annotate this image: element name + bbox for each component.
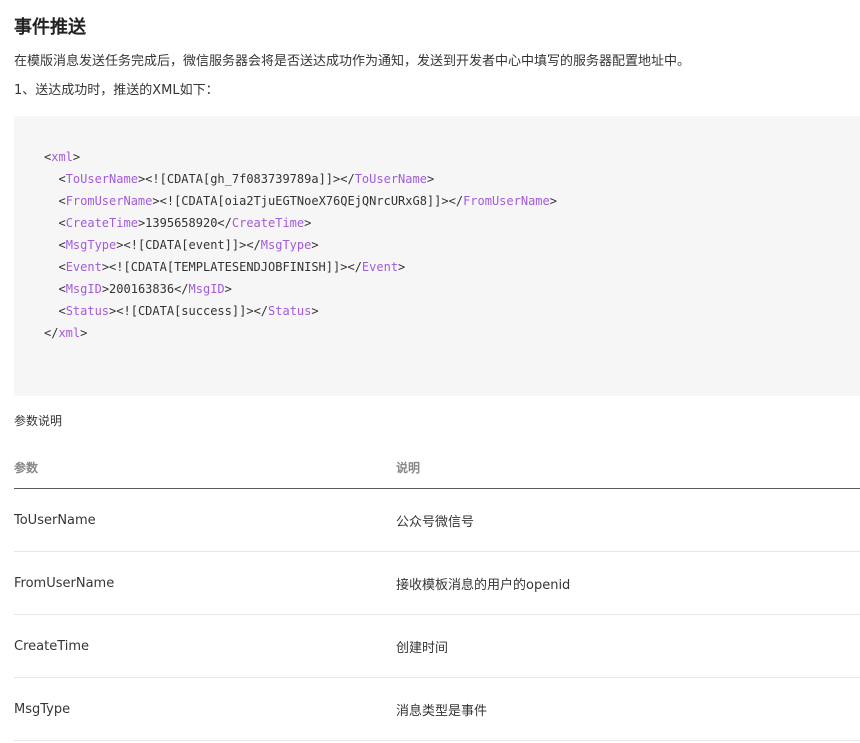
xml-content: 1395658920	[145, 216, 218, 230]
xml-tag-name: Status	[65, 304, 110, 318]
table-row: ToUserName 公众号微信号	[14, 488, 860, 552]
code-line: <ToUserName><![CDATA[gh_7f083739789a]]><…	[58, 172, 435, 186]
xml-tag-name: MsgType	[65, 238, 117, 252]
cell-desc: 接收模板消息的用户的openid	[396, 551, 860, 615]
xml-tag-name: ToUserName	[354, 172, 427, 186]
header-desc: 说明	[396, 446, 860, 489]
header-param: 参数	[14, 446, 396, 489]
xml-tag-name: xml	[51, 150, 73, 164]
xml-tag-name: xml	[58, 326, 81, 340]
cell-param: ToUserName	[14, 488, 396, 552]
document: 事件推送 在模版消息发送任务完成后，微信服务器会将是否送达成功作为通知，发送到开…	[0, 0, 860, 743]
code-line: <Event><![CDATA[TEMPLATESENDJOBFINISH]]>…	[58, 260, 406, 274]
cell-desc: 消息类型是事件	[396, 677, 860, 741]
section-title: 事件推送	[14, 17, 86, 38]
xml-tag-name: Event	[65, 260, 102, 274]
xml-content: <![CDATA[event]]>	[123, 238, 247, 252]
cell-desc: 创建时间	[396, 614, 860, 678]
code-line: <xml>	[44, 150, 81, 164]
xml-content: <![CDATA[oia2TjuEGTNoeX76QEjQNrcURxG8]]>	[159, 194, 449, 208]
xml-tag-name: CreateTime	[231, 216, 305, 230]
intro-paragraph: 在模版消息发送任务完成后，微信服务器会将是否送达成功作为通知，发送到开发者中心中…	[14, 54, 691, 69]
xml-tag-name: Status	[268, 304, 312, 318]
subheading: 1、送达成功时，推送的XML如下：	[14, 83, 219, 98]
table-row: CreateTime 创建时间	[14, 614, 860, 678]
xml-tag-name: FromUserName	[65, 194, 153, 208]
xml-content: <![CDATA[TEMPLATESENDJOBFINISH]]>	[109, 260, 348, 274]
cell-param: MsgType	[14, 677, 396, 741]
xml-tag-name: FromUserName	[463, 194, 550, 208]
code-line: <MsgID>200163836</MsgID>	[58, 282, 232, 296]
xml-content: <![CDATA[success]]>	[116, 304, 254, 318]
table-row: FromUserName 接收模板消息的用户的openid	[14, 551, 860, 615]
xml-tag-name: MsgType	[260, 238, 312, 252]
xml-tag-name: MsgID	[65, 282, 102, 296]
code-line: <MsgType><![CDATA[event]]></MsgType>	[58, 238, 319, 252]
code-line: </xml>	[44, 326, 88, 340]
xml-content: <![CDATA[gh_7f083739789a]]>	[145, 172, 341, 186]
cell-param: FromUserName	[14, 551, 396, 615]
xml-content: 200163836	[109, 282, 175, 296]
cell-desc: 公众号微信号	[396, 488, 860, 552]
cell-param: CreateTime	[14, 614, 396, 678]
xml-code-block: <xml> <ToUserName><![CDATA[gh_7f08373978…	[14, 116, 860, 396]
code-line: <Status><![CDATA[success]]></Status>	[58, 304, 319, 318]
xml-tag-name: Event	[361, 260, 399, 274]
params-table: 参数 说明 ToUserName 公众号微信号 FromUserName 接收模…	[14, 446, 860, 741]
xml-tag-name: CreateTime	[65, 216, 138, 230]
code-line: <FromUserName><![CDATA[oia2TjuEGTNoeX76Q…	[58, 194, 557, 208]
table-row: MsgType 消息类型是事件	[14, 677, 860, 741]
code-line: <CreateTime>1395658920</CreateTime>	[58, 216, 312, 230]
xml-tag-name: MsgID	[188, 282, 225, 296]
xml-tag-name: ToUserName	[65, 172, 138, 186]
table-header-row: 参数 说明	[14, 446, 860, 489]
table-caption: 参数说明	[14, 414, 63, 428]
